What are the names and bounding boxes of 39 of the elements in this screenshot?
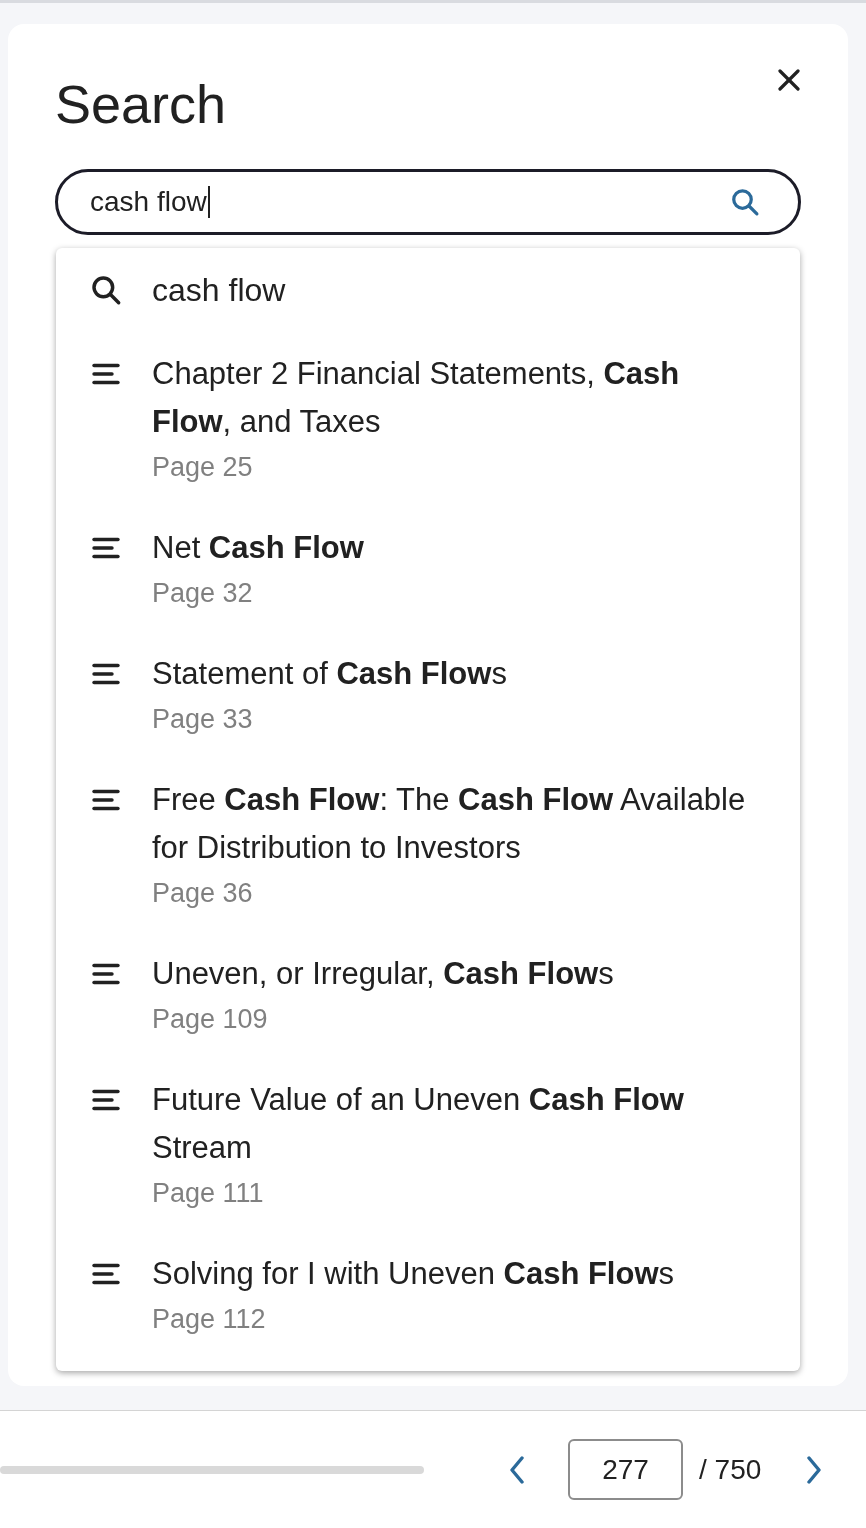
section-result[interactable]: Free Cash Flow: The Cash Flow Available for Distribution to Investors Page 36 — [56, 758, 800, 932]
result-page: Page 111 — [152, 1177, 265, 1210]
result-title: Chapter 2 Financial Statements, Cash Flow, and Taxes — [152, 355, 681, 441]
section-result[interactable]: Chapter 2 Financial Statements, Cash Flow, and Taxes Page 25 — [56, 332, 800, 506]
result-title: Net Cash Flow — [152, 529, 365, 567]
query-suggestion[interactable]: cash flow — [56, 248, 800, 332]
result-title: Uneven, or Irregular, Cash Flows — [152, 955, 615, 993]
text-lines-icon — [92, 1089, 120, 1111]
section-result[interactable]: Net Cash Flow Page 32 — [56, 506, 800, 632]
result-page: Page 25 — [152, 451, 254, 484]
section-result[interactable]: Statement of Cash Flows Page 33 — [56, 632, 800, 758]
text-cursor — [207, 186, 210, 218]
page-total: / 750 — [699, 1452, 762, 1487]
result-page: Page 32 — [152, 577, 254, 610]
dialog-title: Search — [55, 73, 227, 136]
result-title: Future Value of an Uneven Cash Flow Stream — [152, 1081, 685, 1167]
search-icon — [730, 187, 760, 217]
result-title: Statement of Cash Flows — [152, 655, 508, 693]
result-page: Page 36 — [152, 877, 254, 910]
section-result[interactable]: Future Value of an Uneven Cash Flow Stream Page 111 — [56, 1058, 800, 1232]
text-lines-icon — [92, 789, 120, 811]
result-title: Free Cash Flow: The Cash Flow Available for Distribution to Investors — [152, 781, 747, 867]
text-lines-icon — [92, 963, 120, 985]
chevron-right-icon — [806, 1455, 823, 1484]
close-icon — [778, 69, 800, 91]
chevron-left-icon — [509, 1455, 525, 1484]
result-page: Page 33 — [152, 703, 254, 736]
text-lines-icon — [92, 537, 120, 559]
search-icon — [90, 274, 122, 306]
text-lines-icon — [92, 663, 120, 685]
result-page: Page 112 — [152, 1303, 267, 1336]
text-lines-icon — [92, 363, 120, 385]
search-field[interactable]: cash flow — [55, 169, 801, 235]
section-result[interactable]: Uneven, or Irregular, Cash Flows Page 109 — [56, 932, 800, 1058]
text-lines-icon — [92, 1263, 120, 1285]
section-result[interactable]: Solving for I with Uneven Cash Flows Page 112 — [56, 1232, 800, 1358]
page-number-field[interactable]: 277 — [568, 1439, 683, 1500]
result-title: Solving for I with Uneven Cash Flows — [152, 1255, 676, 1293]
result-page: Page 109 — [152, 1003, 269, 1036]
